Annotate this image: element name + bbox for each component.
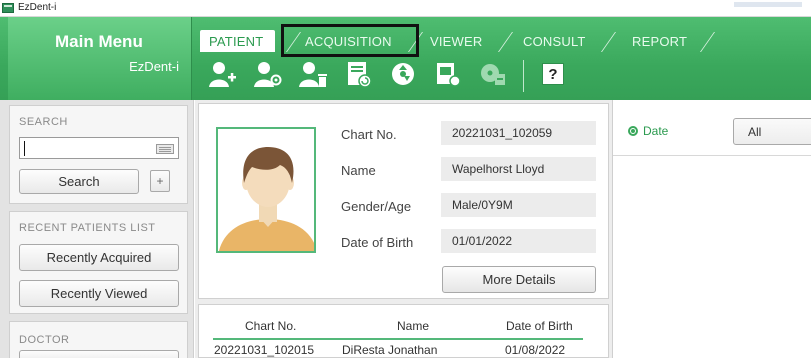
gender-age-value: Male/0Y9M — [441, 193, 596, 217]
more-details-button[interactable]: More Details — [442, 266, 596, 293]
cell-dob: 01/08/2022 — [505, 343, 566, 357]
tab-consult[interactable]: CONSULT — [523, 30, 586, 52]
column-header-name[interactable]: Name — [397, 319, 429, 333]
main-menu-subtitle: EzDent-i — [129, 59, 179, 74]
date-radio[interactable] — [628, 126, 638, 136]
doctor-panel: DOCTOR — [9, 321, 188, 358]
help-icon[interactable]: ? — [535, 52, 571, 96]
image-filter-area: Date All — [612, 100, 811, 358]
column-header-dob[interactable]: Date of Birth — [506, 319, 573, 333]
name-value: Wapelhorst Lloyd — [441, 157, 596, 181]
patient-info-area: Chart No. 20221031_102059 Name Wapelhors… — [195, 100, 612, 358]
image-folder-icon[interactable] — [430, 52, 466, 96]
tab-viewer[interactable]: VIEWER — [430, 30, 482, 52]
search-panel: SEARCH Search + — [9, 105, 188, 204]
table-row[interactable]: 20221031_102015 DiResta Jonathan 01/08/2… — [199, 343, 599, 358]
window-title: EzDent-i — [18, 2, 57, 13]
recently-viewed-button[interactable]: Recently Viewed — [19, 280, 179, 307]
tab-patient[interactable]: PATIENT — [200, 30, 276, 52]
dob-value: 01/01/2022 — [441, 229, 596, 253]
app-icon — [2, 3, 14, 13]
acquisition-highlight-box — [281, 24, 419, 57]
left-sidebar: SEARCH Search + RECENT PATIENTS LIST Rec… — [0, 100, 194, 358]
recent-patients-panel: RECENT PATIENTS LIST Recently Acquired R… — [9, 211, 188, 314]
gender-age-label: Gender/Age — [341, 199, 412, 214]
recent-patients-title: RECENT PATIENTS LIST — [19, 222, 156, 234]
import-image-icon[interactable] — [340, 52, 376, 96]
search-title: SEARCH — [19, 116, 68, 128]
filter-divider — [613, 155, 811, 156]
search-patient-icon[interactable] — [250, 52, 286, 96]
delete-patient-icon[interactable] — [295, 52, 331, 96]
title-bar: EzDent-i — [0, 0, 811, 17]
add-patient-icon[interactable] — [205, 52, 241, 96]
search-button[interactable]: Search — [19, 169, 139, 194]
date-filter-select[interactable]: All — [733, 118, 811, 145]
patient-photo — [216, 127, 316, 253]
header-underline — [213, 338, 583, 340]
toolbar-divider — [523, 60, 524, 92]
export-icon[interactable] — [475, 52, 511, 96]
tab-report[interactable]: REPORT — [632, 30, 687, 52]
chart-no-value: 20221031_102059 — [441, 121, 596, 145]
text-caret — [24, 141, 25, 156]
cd-burn-icon[interactable] — [385, 52, 421, 96]
search-options-button[interactable]: + — [150, 170, 170, 192]
date-label: Date — [643, 124, 669, 138]
name-label: Name — [341, 163, 376, 178]
main-menu-button[interactable]: Main Menu EzDent-i — [8, 17, 192, 100]
patient-card: Chart No. 20221031_102059 Name Wapelhors… — [198, 103, 609, 299]
doctor-select[interactable] — [19, 350, 179, 358]
search-input[interactable] — [19, 137, 179, 159]
main-menu-title: Main Menu — [55, 32, 143, 51]
keyboard-icon[interactable] — [156, 144, 174, 154]
doctor-title: DOCTOR — [19, 334, 70, 346]
help-label: ? — [542, 63, 564, 85]
cell-chart-no: 20221031_102015 — [214, 343, 315, 357]
recently-acquired-button[interactable]: Recently Acquired — [19, 244, 179, 271]
avatar-icon — [219, 147, 314, 251]
patient-list: Chart No. Name Date of Birth 20221031_10… — [198, 304, 609, 358]
patient-list-header: Chart No. Name Date of Birth — [199, 319, 599, 337]
title-bar-decoration — [734, 2, 802, 7]
cell-name: DiResta Jonathan — [342, 343, 438, 357]
chart-no-label: Chart No. — [341, 127, 397, 142]
column-header-chart-no[interactable]: Chart No. — [245, 319, 296, 333]
dob-label: Date of Birth — [341, 235, 414, 250]
